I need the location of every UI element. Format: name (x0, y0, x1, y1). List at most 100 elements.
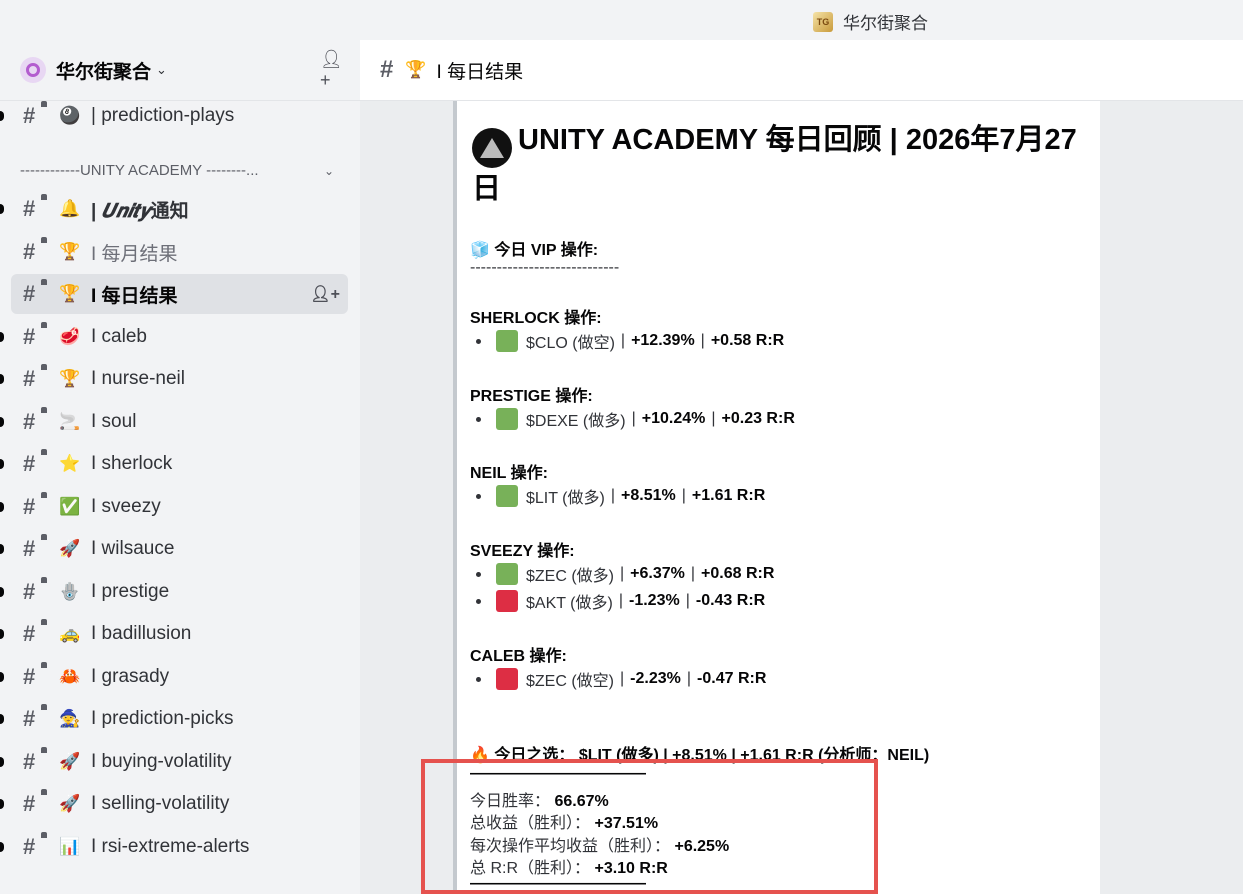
channel-label: | 𝑼𝒏𝒊𝒕𝒚通知 (91, 200, 189, 222)
channel-label: I selling-volatility (91, 793, 230, 814)
channel-daily-results[interactable]: # 🏆 I 每日结果 👤︎+ (11, 274, 348, 314)
unread-indicator (0, 374, 4, 384)
channel-sherlock[interactable]: # ⭐ I sherlock (0, 444, 348, 484)
locked-text-channel-icon: # (380, 56, 394, 83)
locked-text-channel-icon: # (23, 534, 49, 562)
channel-sidebar: 华尔街聚合 ⌄ 👤︎+ # 🎱 | prediction-plays -----… (0, 40, 360, 894)
trade-row: $CLO (做空) | +12.39% | +0.58 R:R (470, 329, 784, 353)
trade-rr: -0.43 R:R (695, 592, 766, 609)
channel-label: | prediction-plays (91, 105, 235, 126)
bullet (476, 416, 481, 422)
channel-selling-volatility[interactable]: # 🚀 I selling-volatility (0, 784, 348, 824)
trade-percent: +6.37% (630, 565, 685, 582)
chevron-down-icon[interactable]: ⌄ (156, 62, 167, 78)
trade-row: $DEXE (做多) | +10.24% | +0.23 R:R (470, 407, 795, 431)
channel-prediction-plays[interactable]: # 🎱 | prediction-plays (0, 96, 348, 136)
locked-text-channel-icon: # (23, 322, 49, 350)
locked-text-channel-icon: # (23, 619, 49, 647)
unread-indicator (0, 459, 4, 469)
channel-grasady[interactable]: # 🦀 I grasady (0, 657, 348, 697)
trade-row: $LIT (做多) | +8.51% | +1.61 R:R (470, 484, 765, 508)
trade-rr: -0.47 R:R (697, 670, 767, 687)
wizard-icon: 🧙 (59, 709, 81, 728)
channel-label: I rsi-extreme-alerts (91, 836, 250, 857)
unread-indicator (0, 502, 4, 512)
rocket-icon: 🚀 (59, 539, 81, 558)
trophy-icon: 🏆 (59, 242, 81, 261)
green-square-icon (496, 330, 518, 352)
channel-label: I grasady (91, 666, 170, 687)
channel-sveezy[interactable]: # ✅ I sveezy (0, 487, 348, 527)
trade-ticker: $ZEC (做空) (526, 673, 615, 690)
locked-text-channel-icon: # (23, 492, 49, 520)
locked-text-channel-icon: # (23, 662, 49, 690)
channel-label: I nurse-neil (91, 368, 185, 389)
add-member-icon[interactable]: 👤︎+ (320, 49, 344, 90)
channel-label: I caleb (91, 326, 147, 347)
server-icon (20, 57, 46, 83)
unread-indicator (0, 544, 4, 554)
channel-monthly-results[interactable]: # 🏆 I 每月结果 (11, 232, 348, 272)
channel-buying-volatility[interactable]: # 🚀 I buying-volatility (0, 742, 348, 782)
trade-ticker: $AKT (做多) (526, 595, 613, 612)
trade-percent: -2.23% (630, 670, 681, 687)
channel-rsi-extreme-alerts[interactable]: # 📊 I rsi-extreme-alerts (0, 827, 348, 867)
channel-prestige[interactable]: # 🪬 I prestige (0, 572, 348, 612)
post-title: UNITY ACADEMY 每日回顾 | 2026年7月27日 (472, 124, 1077, 205)
star-icon: ⭐ (59, 454, 81, 473)
channel-prediction-picks[interactable]: # 🧙 I prediction-picks (0, 699, 348, 739)
channel-label: I sherlock (91, 453, 173, 474)
trade-ticker: $ZEC (做多) (526, 568, 615, 585)
bullet (476, 493, 481, 499)
locked-text-channel-icon: # (23, 449, 49, 477)
channel-label: I wilsauce (91, 538, 175, 559)
chevron-down-icon[interactable]: ⌄ (324, 164, 334, 178)
channel-label: I prestige (91, 581, 170, 602)
unread-indicator (0, 714, 4, 724)
channel-label: I prediction-picks (91, 708, 234, 729)
server-logo-icon: TG (813, 11, 833, 32)
locked-text-channel-icon: # (23, 789, 49, 817)
locked-text-channel-icon: # (23, 747, 49, 775)
create-invite-icon[interactable]: 👤︎+ (310, 284, 340, 304)
red-square-icon (496, 668, 518, 690)
trade-rr: +0.58 R:R (710, 332, 785, 349)
unread-indicator (0, 204, 4, 214)
channel-soul[interactable]: # 🚬 I soul (0, 402, 348, 442)
trade-ticker: $CLO (做空) (526, 335, 615, 352)
locked-text-channel-icon: # (23, 577, 49, 605)
bell-icon: 🔔 (59, 199, 81, 218)
channel-wilsauce[interactable]: # 🚀 I wilsauce (0, 529, 348, 569)
channel-badillusion[interactable]: # 🚕 I badillusion (0, 614, 348, 654)
window-title-text: 华尔街聚合 (843, 14, 928, 33)
locked-text-channel-icon: # (23, 832, 49, 860)
channel-nurse-neil[interactable]: # 🏆 I nurse-neil (0, 359, 348, 399)
channel-unity-notice[interactable]: # 🔔 | 𝑼𝒏𝒊𝒕𝒚通知 (0, 189, 348, 229)
trade-percent: +12.39% (631, 332, 695, 349)
rocket-icon: 🚀 (59, 752, 81, 771)
section-heading: SHERLOCK 操作: (470, 310, 602, 327)
unread-indicator (0, 332, 4, 342)
server-header[interactable]: 华尔街聚合 ⌄ 👤︎+ (0, 40, 360, 101)
section-heading: CALEB 操作: (470, 648, 567, 665)
trophy-icon: 🏆 (405, 60, 427, 79)
locked-text-channel-icon: # (23, 194, 49, 222)
window-title: TG 华尔街聚合 (813, 9, 928, 34)
unread-indicator (0, 799, 4, 809)
unread-indicator (0, 629, 4, 639)
trade-row: $ZEC (做多) | +6.37% | +0.68 R:R (470, 562, 774, 586)
channel-caleb[interactable]: # 🥩 I caleb (0, 317, 348, 357)
trade-row: $AKT (做多) | -1.23% | -0.43 R:R (470, 589, 765, 613)
category-unity-academy[interactable]: ------------UNITY ACADEMY --------... ⌄ (20, 162, 340, 179)
meat-icon: 🥩 (59, 327, 81, 346)
trade-rr: +0.23 R:R (721, 410, 795, 427)
channel-label: I soul (91, 411, 137, 432)
bullet (476, 571, 481, 577)
channel-label: I 每日结果 (91, 285, 178, 307)
section-heading: SVEEZY 操作: (470, 543, 575, 560)
rocket-icon: 🚀 (59, 794, 81, 813)
taxi-icon: 🚕 (59, 624, 81, 643)
bar-chart-icon: 📊 (59, 837, 81, 856)
trade-ticker: $DEXE (做多) (526, 413, 626, 430)
trophy-icon: 🏆 (59, 284, 81, 303)
